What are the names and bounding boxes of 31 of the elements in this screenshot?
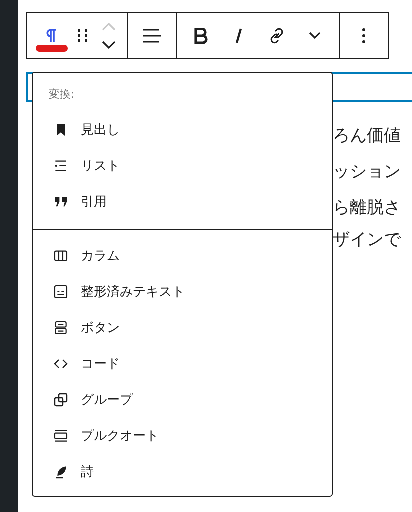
- paragraph-text: ら離脱さ: [333, 197, 401, 220]
- menu-item[interactable]: グループ: [41, 382, 324, 418]
- drag-handle-icon: [78, 28, 88, 42]
- menu-item[interactable]: リスト: [41, 148, 324, 184]
- align-icon: [143, 28, 161, 44]
- list-icon: [53, 158, 69, 174]
- menu-item[interactable]: プルクオート: [41, 418, 324, 454]
- menu-item[interactable]: 引用: [41, 184, 324, 220]
- menu-item[interactable]: 詩: [41, 454, 324, 490]
- menu-item[interactable]: ボタン: [41, 310, 324, 346]
- pullquote-icon: [53, 428, 69, 444]
- highlight-mark: [36, 44, 68, 52]
- columns-icon: [53, 248, 69, 264]
- paragraph-text: ッション: [333, 161, 401, 184]
- paragraph-text: ザインで: [333, 229, 401, 252]
- italic-icon: [235, 28, 243, 44]
- more-vertical-icon: [362, 28, 366, 44]
- chevron-down-icon: [102, 40, 116, 48]
- preformatted-icon: [53, 284, 69, 300]
- chevron-down-icon: [309, 32, 321, 40]
- menu-item[interactable]: コード: [41, 346, 324, 382]
- paragraph-text: ろん価値: [333, 125, 401, 148]
- buttons-icon: [53, 320, 69, 336]
- group-icon: [53, 392, 69, 408]
- bold-icon: [194, 28, 208, 44]
- chevron-up-icon: [102, 22, 116, 30]
- menu-item[interactable]: 見出し: [41, 112, 324, 148]
- menu-item[interactable]: カラム: [41, 238, 324, 274]
- menu-title: 変換:: [48, 87, 76, 103]
- link-icon: [268, 26, 286, 44]
- menu-item[interactable]: 整形済みテキスト: [41, 274, 324, 310]
